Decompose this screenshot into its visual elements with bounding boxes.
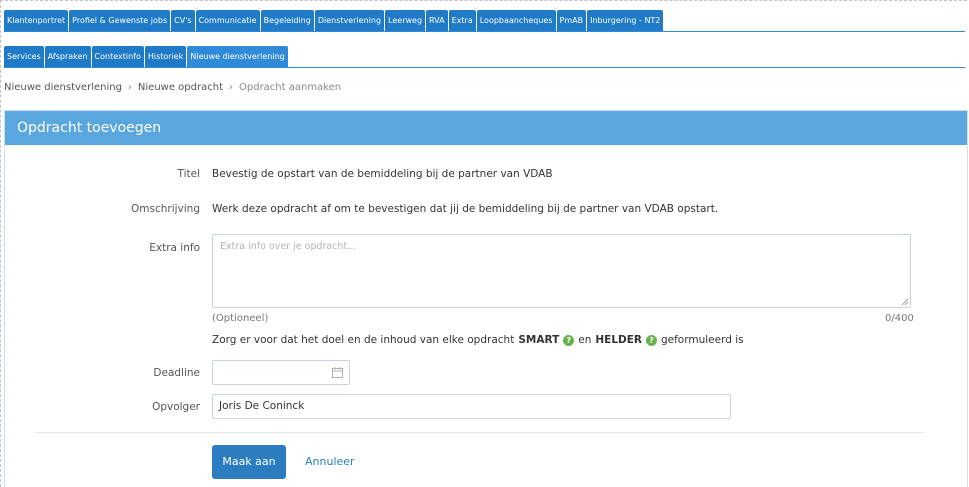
description-value: Werk deze opdracht af om te bevestigen d… (212, 203, 719, 215)
extra-info-textarea[interactable]: Extra info over je opdracht... (212, 234, 911, 308)
extra-info-placeholder: Extra info over je opdracht... (220, 241, 357, 252)
extra-info-label: Extra info (149, 242, 200, 254)
subtab-services[interactable]: Services (4, 46, 44, 67)
deadline-date-input[interactable] (212, 360, 350, 385)
tab-rva[interactable]: RVA (426, 10, 448, 31)
form-divider (35, 432, 924, 433)
subtab-historiek[interactable]: Historiek (144, 46, 187, 67)
tab-communicatie[interactable]: Communicatie (195, 10, 260, 31)
breadcrumb-separator: › (229, 82, 233, 93)
tab-dienstverlening[interactable]: Dienstverlening (314, 10, 385, 31)
smart-hint-middle: en (578, 334, 592, 346)
tab-inburgering-nt2[interactable]: Inburgering - NT2 (587, 10, 664, 31)
tab-cv-s[interactable]: CV's (171, 10, 195, 31)
tab-extra[interactable]: Extra (448, 10, 476, 31)
tab-klantenportret[interactable]: Klantenportret (4, 10, 69, 31)
smart-helder-hint: Zorg er voor dat het doel en de inhoud v… (212, 334, 744, 346)
smart-help-icon[interactable]: ? (563, 334, 575, 346)
subtab-nieuwe-dienstverlening[interactable]: Nieuwe dienstverlening (187, 46, 288, 67)
tab-profiel-gewenste-jobs[interactable]: Profiel & Gewenste jobs (69, 10, 171, 31)
calendar-icon[interactable] (332, 367, 343, 378)
follower-label: Opvolger (152, 401, 200, 413)
description-label: Omschrijving (131, 203, 200, 215)
tab-pmab[interactable]: PmAB (556, 10, 587, 31)
breadcrumb: Nieuwe dienstverlening › Nieuwe opdracht… (4, 82, 341, 93)
sub-tabbar: Services Afspraken Contextinfo Historiek Nie… (4, 46, 288, 67)
title-label: Titel (177, 168, 200, 180)
deadline-label: Deadline (153, 367, 200, 379)
tab-begeleiding[interactable]: Begeleiding (260, 10, 314, 31)
follower-input[interactable]: Joris De Coninck (212, 394, 731, 419)
panel-title: Opdracht toevoegen (5, 111, 967, 145)
main-tabbar: Klantenportret Profiel & Gewenste jobs CV'… (4, 10, 664, 31)
subtab-afspraken[interactable]: Afspraken (44, 46, 91, 67)
breadcrumb-item-nieuwe-opdracht[interactable]: Nieuwe opdracht (138, 82, 223, 93)
smart-hint-suffix: geformuleerd is (660, 334, 744, 346)
breadcrumb-item-nieuwe-dienstverlening[interactable]: Nieuwe dienstverlening (4, 82, 122, 93)
helder-label: HELDER (595, 334, 642, 346)
title-value: Bevestig de opstart van de bemiddeling b… (212, 168, 553, 180)
add-task-panel: Opdracht toevoegen Titel Bevestig de ops… (4, 110, 968, 487)
smart-label: SMART (518, 334, 560, 346)
character-counter: 0/400 (885, 313, 914, 324)
sub-tabbar-underline (4, 67, 965, 68)
cancel-link[interactable]: Annuleer (305, 445, 355, 479)
breadcrumb-separator: › (127, 82, 132, 93)
tab-loopbaancheques[interactable]: Loopbaancheques (476, 10, 556, 31)
resize-handle-icon[interactable] (901, 298, 908, 305)
smart-hint-prefix: Zorg er voor dat het doel en de inhoud v… (212, 334, 515, 346)
optional-hint: (Optioneel) (212, 313, 269, 324)
helder-help-icon[interactable]: ? (645, 334, 657, 346)
main-tabbar-underline (4, 31, 965, 32)
create-button[interactable]: Maak aan (212, 445, 286, 479)
breadcrumb-item-current: Opdracht aanmaken (239, 82, 342, 93)
tab-leerweg[interactable]: Leerweg (385, 10, 426, 31)
subtab-contextinfo[interactable]: Contextinfo (91, 46, 144, 67)
